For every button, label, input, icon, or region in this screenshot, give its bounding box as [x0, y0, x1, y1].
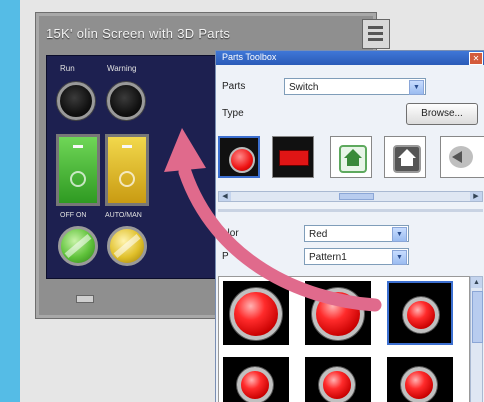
switch-label-automan: AUTO/MAN	[105, 212, 142, 219]
horizontal-scrollbar[interactable]: ◀ ▶	[218, 191, 483, 202]
pattern-cell-1[interactable]	[223, 281, 289, 345]
color-dropdown[interactable]: Red ▼	[304, 225, 409, 242]
chevron-down-icon[interactable]: ▼	[392, 227, 407, 242]
color-label: olor	[222, 228, 239, 239]
run-lamp	[57, 82, 95, 120]
left-arrow-icon[interactable]	[440, 136, 484, 178]
parts-label: Parts	[222, 81, 246, 92]
scroll-right-icon[interactable]: ▶	[470, 192, 482, 201]
divider	[218, 209, 483, 212]
chevron-down-icon[interactable]: ▼	[392, 250, 407, 265]
type-label: Type	[222, 108, 244, 119]
parts-dropdown[interactable]: Switch ▼	[284, 78, 426, 95]
pattern-grid	[218, 276, 470, 402]
toolbox-titlebar[interactable]: Parts Toolbox ✕	[216, 51, 484, 65]
browse-button[interactable]: Browse...	[406, 103, 478, 125]
parts-type-strip	[216, 136, 484, 186]
pattern-cell-4[interactable]	[223, 357, 289, 402]
parts-dropdown-value: Switch	[289, 82, 319, 93]
hmi-editor-scene: 15K' olin Screen with 3D Parts Run Warni…	[20, 0, 484, 402]
red-round-button-icon[interactable]	[218, 136, 260, 178]
pattern-dropdown[interactable]: Pattern1 ▼	[304, 248, 409, 265]
parts-toolbox-window: Parts Toolbox ✕ Parts Switch ▼ Type Brow…	[215, 50, 484, 402]
red-rect-button-icon[interactable]	[272, 136, 314, 178]
pattern-dropdown-value: Pattern1	[309, 252, 347, 263]
pattern-cell-6[interactable]	[387, 357, 453, 402]
color-dropdown-value: Red	[309, 229, 328, 240]
green-selector-knob[interactable]	[58, 226, 98, 266]
hmi-title: 15K' olin Screen with 3D Parts	[46, 26, 231, 41]
dark-home-icon[interactable]	[384, 136, 426, 178]
yellow-toggle-switch[interactable]	[105, 134, 149, 206]
pattern-cell-5[interactable]	[305, 357, 371, 402]
scroll-up-icon[interactable]: ▲	[471, 277, 482, 288]
pattern-cell-2[interactable]	[305, 281, 371, 345]
toolbox-title: Parts Toolbox	[222, 52, 277, 62]
scroll-thumb[interactable]	[339, 193, 374, 200]
scroll-left-icon[interactable]: ◀	[219, 192, 231, 201]
green-toggle-switch[interactable]	[56, 134, 100, 206]
vertical-scroll-thumb[interactable]	[472, 291, 483, 343]
menu-icon[interactable]	[362, 19, 390, 49]
warning-lamp	[107, 82, 145, 120]
lamp-label-warning: Warning	[107, 64, 137, 73]
hmi-port	[76, 295, 94, 303]
pattern-cell-3[interactable]	[387, 281, 453, 345]
lamp-label-run: Run	[60, 64, 75, 73]
chevron-down-icon[interactable]: ▼	[409, 80, 424, 95]
close-icon[interactable]: ✕	[469, 52, 483, 65]
yellow-selector-knob[interactable]	[107, 226, 147, 266]
switch-label-onoff: OFF ON	[60, 212, 87, 219]
pattern-label: P	[222, 251, 229, 262]
green-home-icon[interactable]	[330, 136, 372, 178]
vertical-scrollbar[interactable]: ▲	[470, 276, 483, 402]
